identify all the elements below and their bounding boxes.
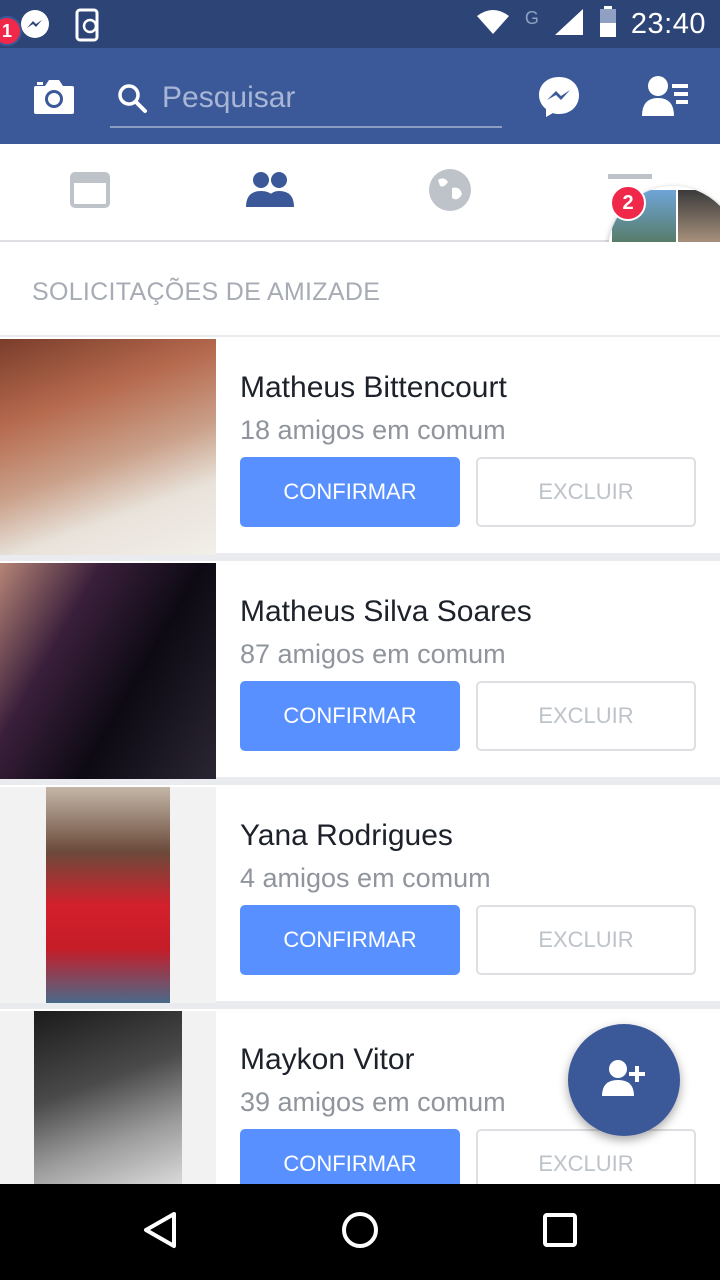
- section-title: SOLICITAÇÕES DE AMIZADE: [32, 278, 381, 306]
- delete-button[interactable]: EXCLUIR: [476, 457, 696, 527]
- add-friend-button[interactable]: [568, 1024, 680, 1136]
- tab-notifications[interactable]: [360, 144, 540, 240]
- mutual-friends-count: 39 amigos em comum: [240, 1087, 506, 1117]
- confirm-button[interactable]: CONFIRMAR: [240, 457, 460, 527]
- mutual-friends-count: 4 amigos em comum: [240, 863, 491, 893]
- friends-icon: [245, 171, 295, 214]
- profile-photo[interactable]: [0, 563, 216, 779]
- requester-name[interactable]: Yana Rodrigues: [240, 819, 453, 853]
- confirm-button[interactable]: CONFIRMAR: [240, 681, 460, 751]
- requester-name[interactable]: Maykon Vitor: [240, 1043, 415, 1077]
- tab-news-feed[interactable]: [0, 144, 180, 240]
- section-header: SOLICITAÇÕES DE AMIZADE: [0, 242, 720, 337]
- app-header: 1: [0, 16, 720, 144]
- profile-photo[interactable]: [0, 787, 216, 1003]
- status-bar: G 23:40: [0, 0, 720, 48]
- requester-name[interactable]: Matheus Silva Soares: [240, 595, 532, 629]
- search-icon: [116, 82, 148, 119]
- news-feed-icon: [70, 171, 110, 213]
- home-button[interactable]: [336, 1208, 384, 1256]
- network-type-label: G: [524, 7, 539, 28]
- recents-button[interactable]: [536, 1208, 584, 1256]
- delete-button[interactable]: EXCLUIR: [476, 905, 696, 975]
- signal-icon: [553, 7, 585, 42]
- messenger-notification-icon: [18, 8, 52, 47]
- clock-time: 23:40: [630, 7, 706, 40]
- camera-icon[interactable]: [32, 76, 76, 121]
- home-icon: [340, 1210, 380, 1255]
- profile-photo[interactable]: [0, 339, 216, 555]
- delete-button[interactable]: EXCLUIR: [476, 681, 696, 751]
- friend-request-item: Matheus Silva Soares 87 amigos em comum …: [0, 561, 720, 785]
- back-icon: [140, 1210, 180, 1255]
- chat-head-badge: 2: [610, 185, 646, 221]
- mutual-friends-count: 87 amigos em comum: [240, 639, 506, 669]
- wifi-icon: [475, 8, 511, 41]
- search-bar[interactable]: [110, 74, 502, 128]
- mutual-friends-count: 18 amigos em comum: [240, 415, 506, 445]
- requester-name[interactable]: Matheus Bittencourt: [240, 371, 507, 405]
- back-button[interactable]: [136, 1208, 184, 1256]
- system-nav-bar: [0, 1184, 720, 1280]
- confirm-button[interactable]: CONFIRMAR: [240, 905, 460, 975]
- recents-icon: [542, 1212, 578, 1253]
- messenger-icon[interactable]: [536, 74, 582, 125]
- tab-friend-requests[interactable]: [180, 144, 360, 240]
- friends-menu-icon[interactable]: [640, 74, 692, 125]
- add-friend-icon: [600, 1058, 648, 1103]
- globe-icon: [428, 168, 472, 217]
- search-input[interactable]: [162, 78, 492, 118]
- friend-request-item: Matheus Bittencourt 18 amigos em comum C…: [0, 337, 720, 561]
- friend-request-item: Yana Rodrigues 4 amigos em comum CONFIRM…: [0, 785, 720, 1009]
- chat-head-avatar: [678, 190, 720, 250]
- battery-icon: [599, 5, 617, 43]
- sync-phone-icon: [74, 8, 104, 47]
